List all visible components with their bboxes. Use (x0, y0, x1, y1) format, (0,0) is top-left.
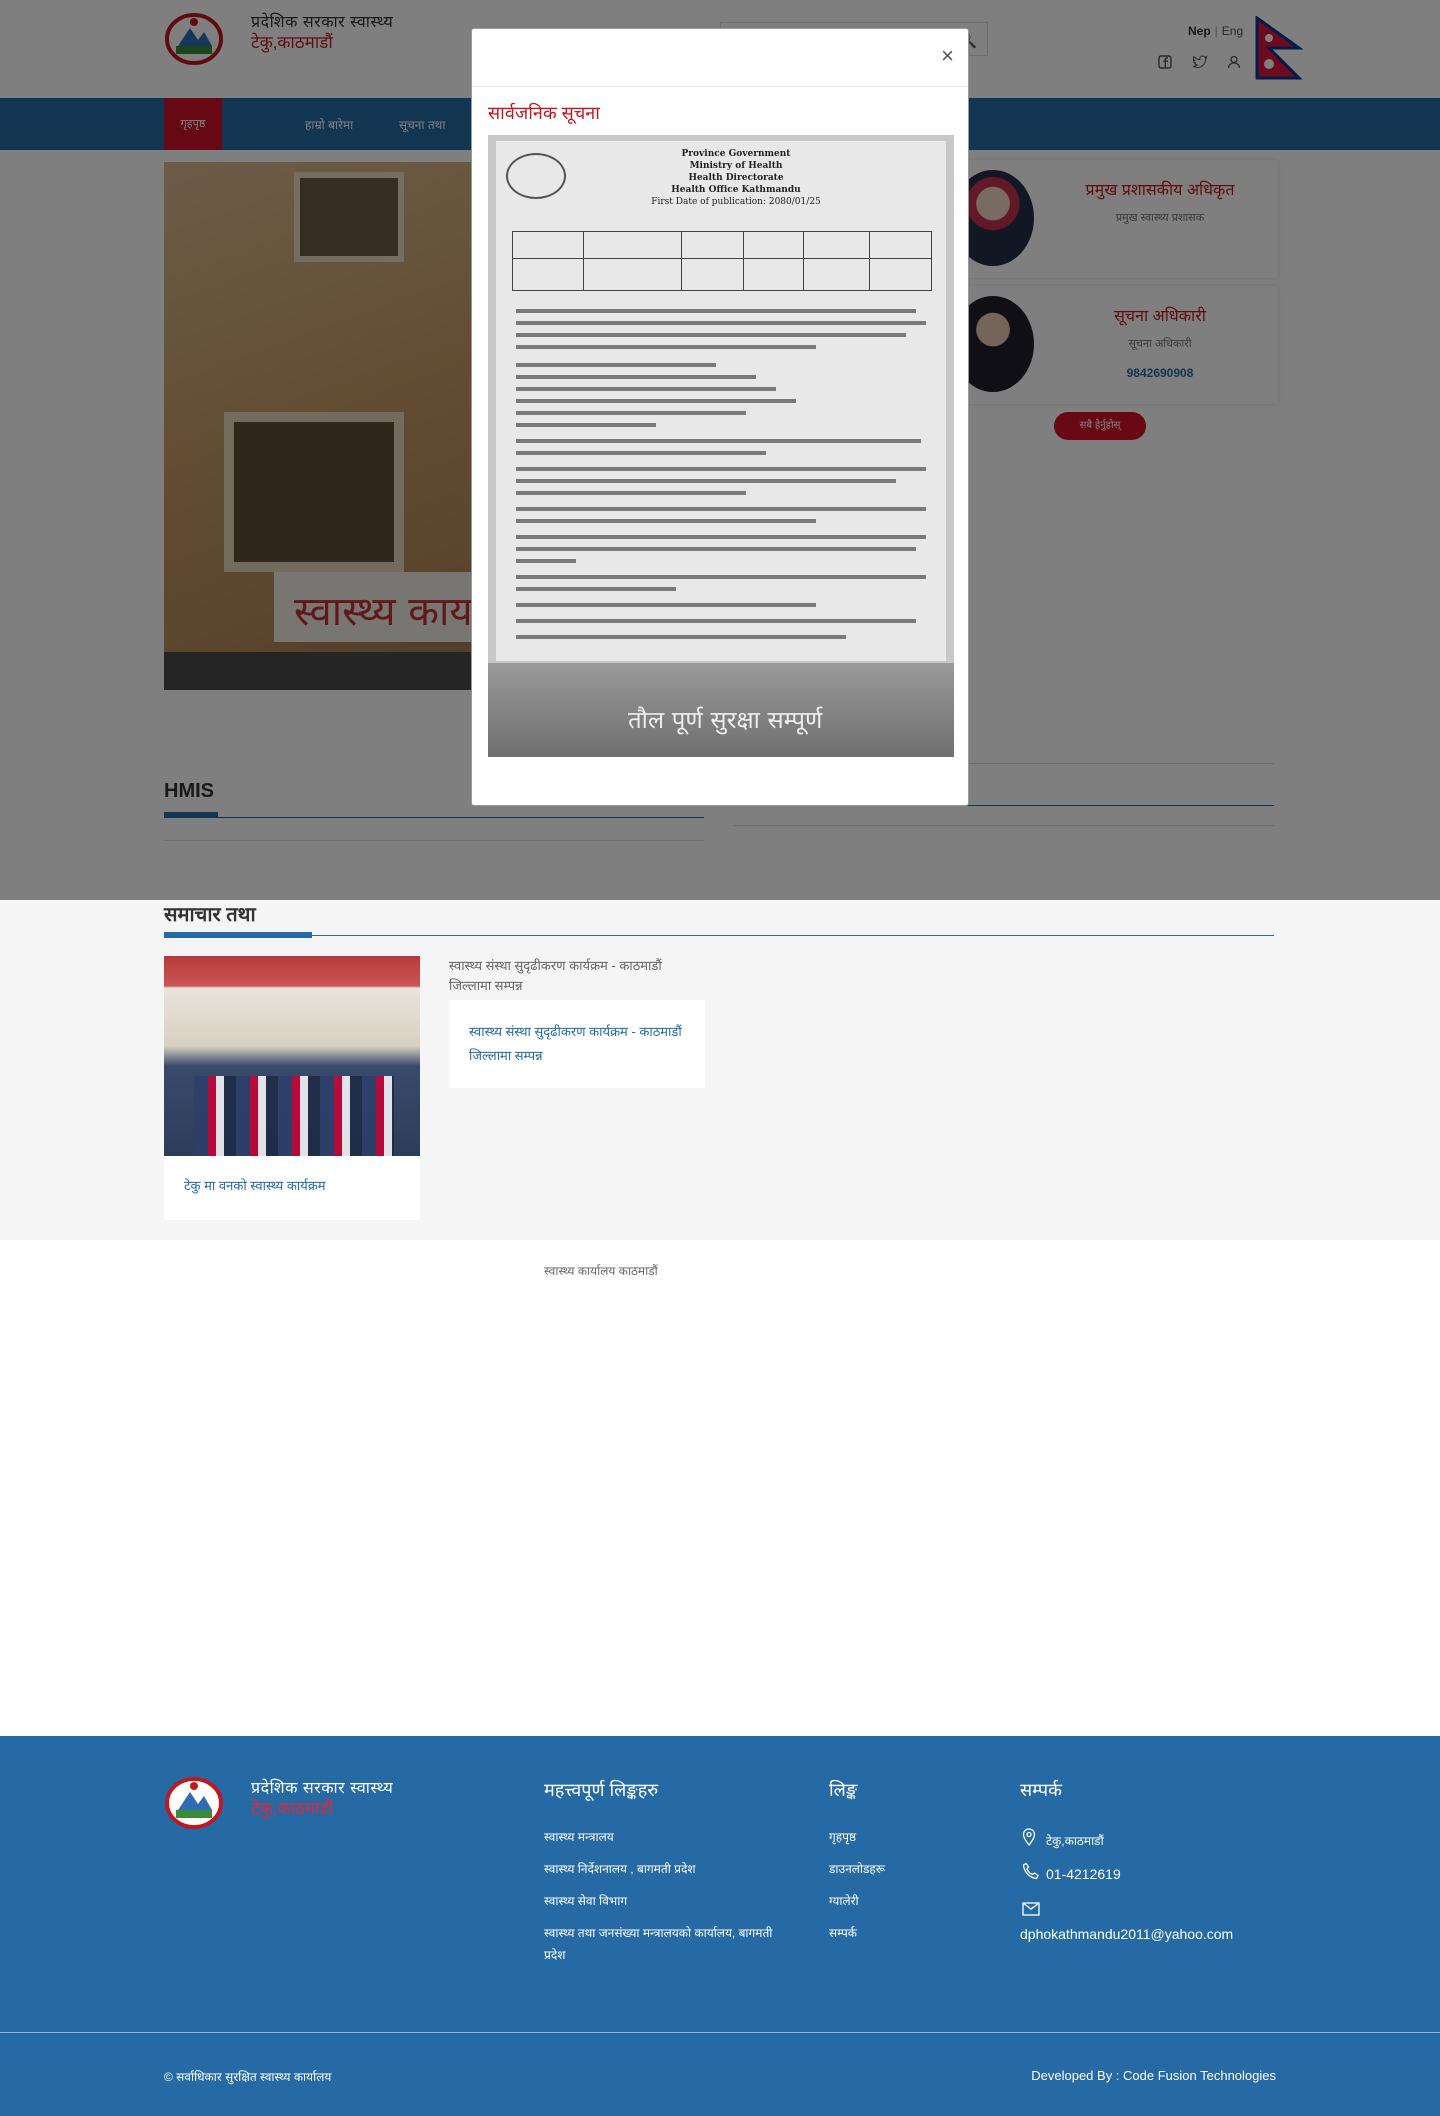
notice-table-col (743, 232, 744, 290)
notice-text-line (516, 535, 926, 539)
notice-text-line (516, 399, 796, 403)
footer-links-heading: महत्त्वपूर्ण लिङ्कहरु (544, 1780, 659, 1800)
notice-table (512, 231, 932, 291)
notice-text-line (516, 439, 921, 443)
notice-heading-line: Health Directorate (688, 173, 784, 183)
notice-table-col (681, 232, 682, 290)
footer-email[interactable]: dphokathmandu2011@yahoo.com (1020, 1926, 1233, 1942)
footer-nav-link[interactable]: ग्यालेरी (829, 1890, 859, 1912)
news-section: समाचार तथा टेकु मा वनको स्वास्थ्य कार्यक… (0, 900, 1440, 1240)
notice-text-line (516, 507, 926, 511)
notice-text-line (516, 387, 776, 391)
notice-paper: Province Government Ministry of Health H… (496, 141, 946, 661)
news-image-group (194, 1076, 394, 1156)
notice-heading-line: Province Government (681, 149, 791, 159)
phone-icon (1022, 1862, 1039, 1880)
notice-text-line (516, 587, 676, 591)
modal-header-divider (472, 86, 968, 87)
news-card[interactable]: टेकु मा वनको स्वास्थ्य कार्यक्रम (164, 956, 420, 1220)
notice-text-line (516, 603, 816, 607)
footer-link[interactable]: स्वास्थ्य मन्त्रालय (544, 1826, 784, 1848)
footer-emblem-logo[interactable] (164, 1776, 224, 1830)
footer-address: टेकु,काठमाडौं (1046, 1834, 1104, 1848)
copyright-text: © सर्वाधिकार सुरक्षित स्वास्थ्य कार्यालय (164, 2070, 332, 2084)
notice-text-line (516, 519, 816, 523)
footer-org-subtitle: टेकु,काठमाडौं (251, 1799, 333, 1818)
widget-title: स्वास्थ्य कार्यालय काठमाडौं (544, 1264, 658, 1278)
notice-text-line (516, 423, 656, 427)
footer-contact-heading: सम्पर्क (1020, 1780, 1062, 1800)
notice-heading-line: Ministry of Health (689, 161, 783, 171)
news-section-title: समाचार तथा (164, 904, 256, 926)
news-caption[interactable]: टेकु मा वनको स्वास्थ्य कार्यक्रम (184, 1174, 404, 1198)
notice-text-line (516, 559, 576, 563)
footer-org-title: प्रदेशिक सरकार स्वास्थ्य (251, 1780, 394, 1797)
footer-divider (0, 2032, 1440, 2033)
notice-text-line (516, 309, 916, 313)
footer-phone[interactable]: 01-4212619 (1046, 1866, 1121, 1882)
footer-link[interactable]: स्वास्थ्य सेवा विभाग (544, 1890, 784, 1912)
page: प्रदेशिक सरकार स्वास्थ्य टेकु,काठमाडौं 🔍… (0, 0, 1440, 2116)
developer-credit[interactable]: Developed By : Code Fusion Technologies (1031, 2068, 1276, 2083)
modal-title: सार्वजनिक सूचना (488, 103, 600, 123)
notice-table-col (583, 232, 584, 290)
notice-text-line (516, 363, 716, 367)
notice-modal: × सार्वजनिक सूचना Province Government Mi… (471, 28, 969, 806)
footer-nav-link[interactable]: सम्पर्क (829, 1922, 857, 1944)
notice-text-line (516, 635, 846, 639)
footer-link[interactable]: स्वास्थ्य तथा जनसंख्या मन्त्रालयको कार्य… (544, 1922, 784, 1966)
notice-text-line (516, 375, 756, 379)
mail-icon (1022, 1902, 1040, 1916)
location-icon (1022, 1828, 1036, 1846)
news-caption[interactable]: स्वास्थ्य संस्था सुदृढीकरण कार्यक्रम - क… (469, 1020, 689, 1068)
notice-heading-line: First Date of publication: 2080/01/25 (651, 197, 821, 207)
notice-text-line (516, 547, 916, 551)
notice-image[interactable]: Province Government Ministry of Health H… (488, 135, 954, 757)
notice-advert-strip: तौल पूर्ण सुरक्षा सम्पूर्ण (488, 663, 954, 757)
notice-emblem-icon (506, 153, 566, 199)
notice-text-line (516, 467, 926, 471)
notice-text-line (516, 411, 746, 415)
notice-advert-text: तौल पूर्ण सुरक्षा सम्पूर्ण (628, 706, 823, 734)
notice-text-line (516, 491, 746, 495)
news-title-underline (164, 935, 1274, 936)
notice-text-line (516, 345, 816, 349)
notice-text-line (516, 333, 906, 337)
footer-nav-link[interactable]: डाउनलोडहरू (829, 1858, 885, 1880)
notice-text-line (516, 321, 926, 325)
notice-text-line (516, 575, 926, 579)
news-image[interactable] (164, 956, 420, 1156)
notice-text-line (516, 479, 896, 483)
close-icon[interactable]: × (941, 43, 954, 69)
notice-heading-line: Health Office Kathmandu (671, 185, 801, 195)
notice-table-col (869, 232, 870, 290)
footer-link[interactable]: स्वास्थ्य निर्देशनालय , बागमती प्रदेश (544, 1858, 784, 1880)
notice-table-col (803, 232, 804, 290)
notice-text-line (516, 619, 916, 623)
footer-nav-link[interactable]: गृहपृष्ठ (829, 1826, 856, 1848)
notice-text-line (516, 451, 766, 455)
site-footer: प्रदेशिक सरकार स्वास्थ्य टेकु,काठमाडौं म… (0, 1736, 1440, 2116)
footer-nav-heading: लिङ्क (829, 1780, 858, 1800)
broken-image-alt[interactable]: स्वास्थ्य संस्था सुदृढीकरण कार्यक्रम - क… (449, 956, 689, 996)
notice-table-row (513, 258, 931, 259)
news-card[interactable]: स्वास्थ्य संस्था सुदृढीकरण कार्यक्रम - क… (449, 1000, 705, 1088)
